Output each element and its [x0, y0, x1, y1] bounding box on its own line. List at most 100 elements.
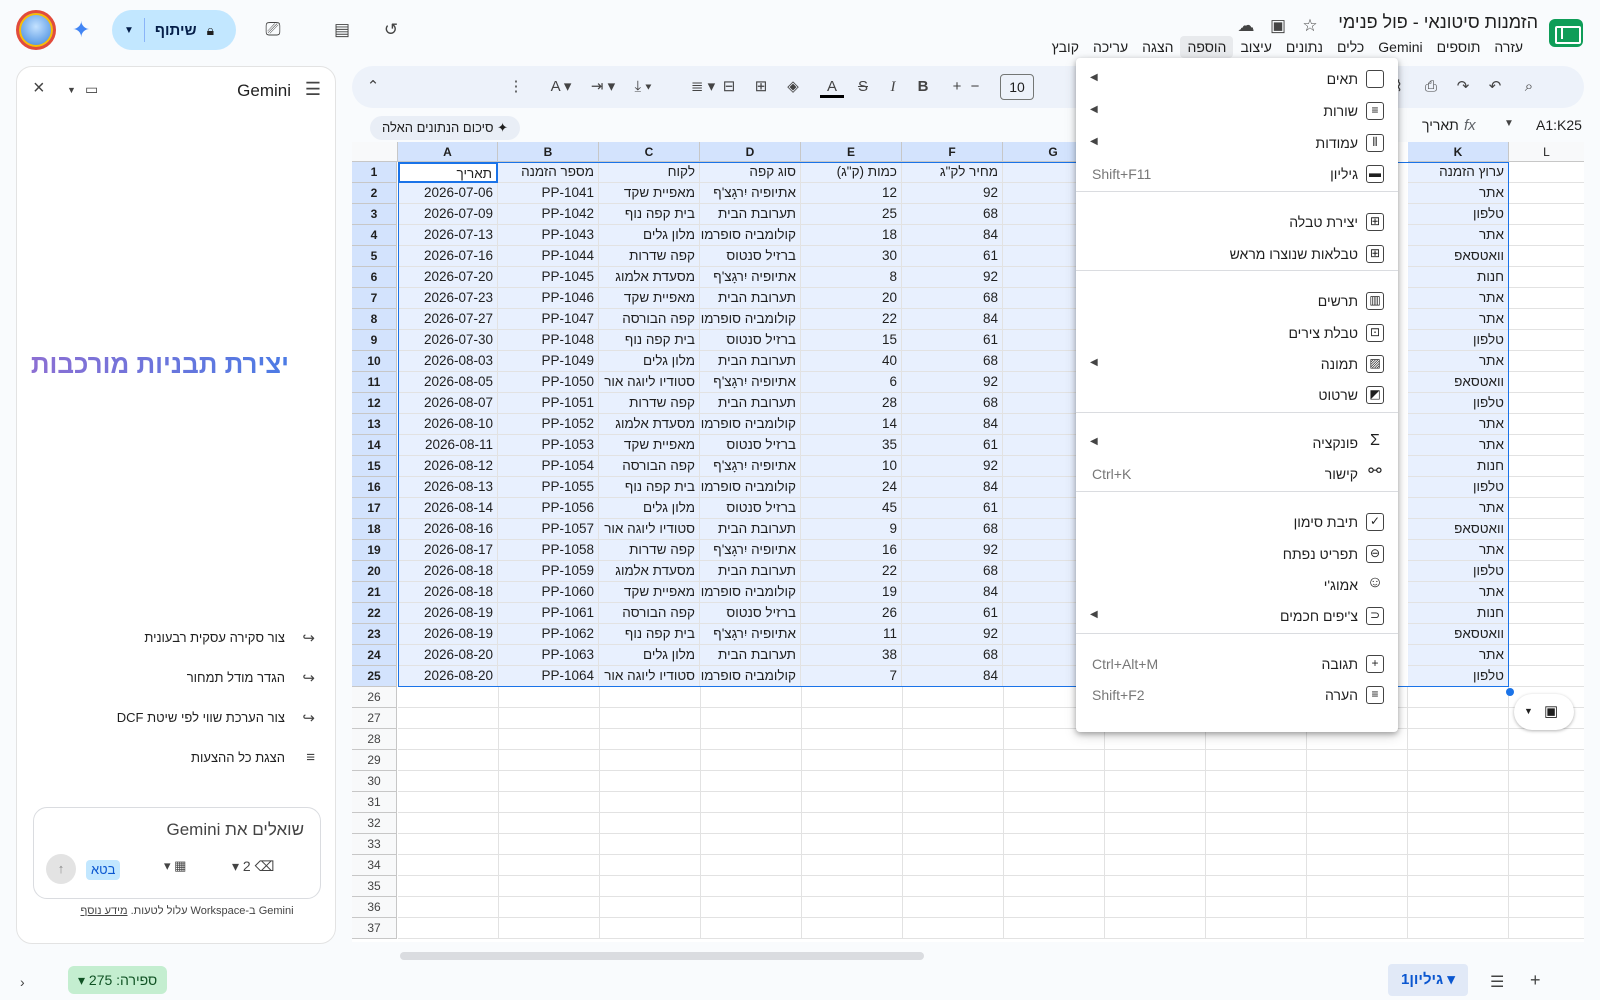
- table-cell[interactable]: [1509, 645, 1584, 666]
- table-cell[interactable]: [1307, 897, 1408, 918]
- table-cell[interactable]: בית קפה נוף: [599, 477, 700, 498]
- table-cell[interactable]: 2026-08-11: [398, 435, 498, 456]
- close-icon[interactable]: ×: [33, 77, 45, 100]
- table-cell[interactable]: מסעדת אלמוג: [599, 414, 700, 435]
- table-cell[interactable]: אתר: [1408, 498, 1509, 519]
- table-cell[interactable]: PP-1062: [498, 624, 599, 645]
- horizontal-scrollbar[interactable]: [400, 952, 924, 960]
- table-cell[interactable]: [600, 729, 701, 750]
- table-cell[interactable]: אתיופיה יִרגָצ'ף: [700, 183, 801, 204]
- table-cell[interactable]: וואטסאפ: [1408, 246, 1509, 267]
- table-cell[interactable]: [802, 750, 903, 771]
- insert-menu-item-prebuilt-table[interactable]: ⊞ טבלאות שנוצרו מראש: [1076, 239, 1398, 271]
- header-cell[interactable]: מספר הזמנה: [498, 162, 599, 183]
- table-cell[interactable]: PP-1054: [498, 456, 599, 477]
- row-header[interactable]: 37: [352, 918, 397, 939]
- row-header[interactable]: 5: [352, 246, 397, 267]
- table-cell[interactable]: [1307, 876, 1408, 897]
- insert-menu-item-note[interactable]: ≡ הערה Shift+F2: [1076, 680, 1398, 712]
- row-header[interactable]: 29: [352, 750, 397, 771]
- table-cell[interactable]: מאפיית שקד: [599, 582, 700, 603]
- table-cell[interactable]: [1307, 834, 1408, 855]
- row-header[interactable]: 12: [352, 393, 397, 414]
- table-cell[interactable]: [499, 771, 600, 792]
- table-cell[interactable]: [1509, 540, 1584, 561]
- table-cell[interactable]: [499, 729, 600, 750]
- table-cell[interactable]: אתר: [1408, 540, 1509, 561]
- table-cell[interactable]: [802, 855, 903, 876]
- insert-menu-item-chart[interactable]: ▥ תרשים: [1076, 286, 1398, 318]
- text-color-icon[interactable]: A: [820, 74, 844, 98]
- star-icon[interactable]: ☆: [1298, 14, 1322, 38]
- table-cell[interactable]: [1509, 330, 1584, 351]
- table-cell[interactable]: [1105, 792, 1206, 813]
- table-cell[interactable]: [1408, 687, 1509, 708]
- table-cell[interactable]: 2026-07-27: [398, 309, 498, 330]
- send-arrow-icon[interactable]: ↑: [46, 854, 76, 884]
- table-cell[interactable]: 25: [801, 204, 902, 225]
- table-cell[interactable]: [701, 813, 802, 834]
- table-cell[interactable]: [1509, 414, 1584, 435]
- suggestion-dcf-valuation[interactable]: ↪ צור הערכת שווי לפי שיטת DCF: [35, 707, 315, 731]
- table-cell[interactable]: 84: [902, 477, 1003, 498]
- table-cell[interactable]: 45: [801, 498, 902, 519]
- sheet-tab-1[interactable]: ▾ גיליון1: [1388, 964, 1468, 996]
- table-cell[interactable]: 22: [801, 309, 902, 330]
- table-cell[interactable]: 2026-08-10: [398, 414, 498, 435]
- table-cell[interactable]: אתיופיה יִרגָצ'ף: [700, 267, 801, 288]
- table-cell[interactable]: קפה שדרות: [599, 246, 700, 267]
- table-cell[interactable]: [1509, 918, 1584, 939]
- row-header[interactable]: 18: [352, 519, 397, 540]
- table-cell[interactable]: [600, 750, 701, 771]
- table-cell[interactable]: ברזיל סנטוס: [700, 330, 801, 351]
- table-cell[interactable]: 61: [902, 435, 1003, 456]
- table-cell[interactable]: [1206, 771, 1307, 792]
- insert-menu-item-cells[interactable]: תאים ◀: [1076, 64, 1398, 96]
- table-cell[interactable]: PP-1059: [498, 561, 599, 582]
- insert-menu-item-smart-chip[interactable]: ⊂ צ'יפים חכמים ◀: [1076, 601, 1398, 633]
- table-cell[interactable]: 2026-07-13: [398, 225, 498, 246]
- row-header[interactable]: 9: [352, 330, 397, 351]
- column-header-e[interactable]: E: [801, 142, 902, 162]
- table-cell[interactable]: [903, 729, 1004, 750]
- row-header[interactable]: 32: [352, 813, 397, 834]
- table-cell[interactable]: PP-1060: [498, 582, 599, 603]
- row-header[interactable]: 3: [352, 204, 397, 225]
- table-cell[interactable]: 15: [801, 330, 902, 351]
- share-button[interactable]: ▼ שיתוף 🔒︎: [112, 10, 236, 50]
- table-cell[interactable]: 61: [902, 246, 1003, 267]
- table-cell[interactable]: [1509, 498, 1584, 519]
- row-header[interactable]: 10: [352, 351, 397, 372]
- table-cell[interactable]: [1307, 771, 1408, 792]
- table-cell[interactable]: PP-1044: [498, 246, 599, 267]
- selection-fill-handle[interactable]: [1506, 688, 1514, 696]
- table-cell[interactable]: [1307, 813, 1408, 834]
- table-cell[interactable]: טלפון: [1408, 666, 1509, 687]
- table-cell[interactable]: [1509, 288, 1584, 309]
- table-cell[interactable]: [398, 687, 499, 708]
- insert-menu-item-table-add[interactable]: ⊞ יצירת טבלה: [1076, 207, 1398, 239]
- table-cell[interactable]: [499, 834, 600, 855]
- table-cell[interactable]: 2026-08-19: [398, 603, 498, 624]
- table-cell[interactable]: [701, 729, 802, 750]
- table-cell[interactable]: [802, 729, 903, 750]
- table-cell[interactable]: [600, 771, 701, 792]
- hamburger-menu-icon[interactable]: ☰: [305, 79, 321, 100]
- chevron-down-icon[interactable]: ▼: [1504, 118, 1514, 129]
- table-cell[interactable]: [600, 918, 701, 939]
- table-cell[interactable]: [1509, 834, 1584, 855]
- insert-menu-item-columns[interactable]: ⦀ עמודות ◀: [1076, 128, 1398, 160]
- table-cell[interactable]: [701, 918, 802, 939]
- row-header[interactable]: 13: [352, 414, 397, 435]
- document-title[interactable]: הזמנות סיטונאי - פול פנימי: [1338, 12, 1538, 33]
- chevron-down-icon[interactable]: ▼: [67, 85, 76, 95]
- table-cell[interactable]: [1509, 666, 1584, 687]
- menu-tools[interactable]: כלים: [1330, 36, 1371, 58]
- table-cell[interactable]: 2026-07-06: [398, 183, 498, 204]
- table-cell[interactable]: 92: [902, 624, 1003, 645]
- table-cell[interactable]: [1408, 897, 1509, 918]
- row-header[interactable]: 7: [352, 288, 397, 309]
- table-cell[interactable]: 16: [801, 540, 902, 561]
- table-cell[interactable]: תערובת הבית: [700, 645, 801, 666]
- table-cell[interactable]: [1206, 813, 1307, 834]
